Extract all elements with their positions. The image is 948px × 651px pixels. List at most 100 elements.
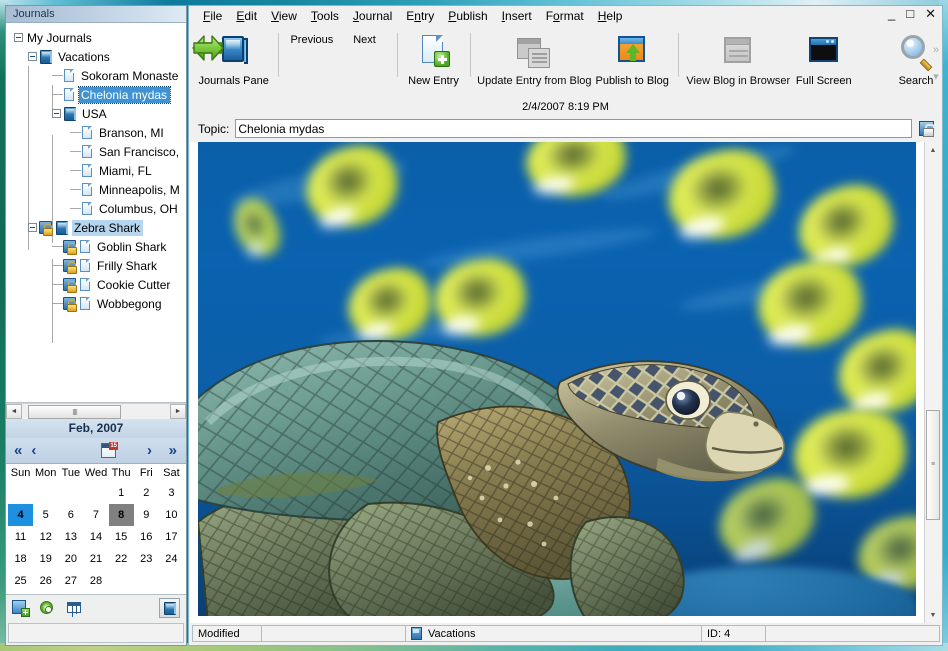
calendar-day-11[interactable]: 11 — [8, 526, 33, 548]
scroll-down-button[interactable]: ▼ — [925, 607, 941, 623]
prev-month-button[interactable]: ‹ — [31, 443, 36, 458]
journals-tree[interactable]: My Journals Vacations Sokoram Monaste Chelo… — [6, 23, 186, 403]
calendar-grid[interactable]: Sun Mon Tue Wed Thu Fri Sat 1 2 3 4 5 6 7 8 9 10 11 12 13 1… — [6, 464, 186, 595]
calendar-day-7[interactable]: 7 — [83, 504, 108, 526]
scroll-left-button[interactable]: ◄ — [6, 404, 22, 419]
today-calendar-icon[interactable]: 15 — [101, 442, 118, 459]
chevron-down-icon[interactable]: ▾ — [933, 70, 939, 83]
page-icon — [63, 68, 76, 83]
tree-item-miami-fl[interactable]: Miami, FL — [70, 161, 155, 180]
calendar-day-5[interactable]: 5 — [33, 504, 58, 526]
scroll-thumb[interactable]: ‖‖ — [28, 405, 121, 419]
calendar-day-17[interactable]: 17 — [159, 526, 184, 548]
minimize-button[interactable]: _ — [888, 7, 895, 20]
tree-item-label: Wobbegong — [97, 296, 162, 311]
calendar-day-13[interactable]: 13 — [58, 526, 83, 548]
calendar-day-8[interactable]: 8 — [108, 504, 134, 526]
menu-tools[interactable]: Tools — [304, 7, 346, 25]
chevron-double-right-icon[interactable]: » — [933, 44, 939, 56]
calendar-day-1[interactable]: 1 — [109, 482, 134, 504]
calendar-day-20[interactable]: 20 — [58, 548, 83, 570]
tree-item-chelonia-mydas[interactable]: Chelonia mydas — [52, 85, 172, 104]
toolbar-button-next[interactable]: Next — [193, 29, 391, 61]
topic-input[interactable] — [235, 119, 912, 138]
calendar-day-18[interactable]: 18 — [8, 548, 33, 570]
toolbar-button-previous[interactable]: Previous — [192, 29, 338, 61]
calendar-day-19[interactable]: 19 — [33, 548, 58, 570]
calendar-day-21[interactable]: 21 — [83, 548, 108, 570]
status-blank-2 — [765, 625, 940, 642]
journals-pane-toggle-icon[interactable] — [159, 598, 180, 618]
toolbar-button-update-entry-from-blog[interactable]: Update Entry from Blog — [477, 29, 593, 88]
calendar-day-25[interactable]: 25 — [8, 570, 33, 592]
tree-item-frilly-shark[interactable]: Frilly Shark — [52, 256, 160, 275]
toolbar-button-publish-to-blog[interactable]: Publish to Blog — [592, 29, 672, 88]
menu-help[interactable]: Help — [591, 7, 630, 25]
content-vertical-scrollbar[interactable]: ▲ ≡ ▼ — [924, 142, 941, 623]
calendar-days[interactable]: 1 2 3 4 5 6 7 8 9 10 11 12 13 14 15 16 17 18 19 20 21 22 23 24 2… — [8, 482, 184, 592]
calendar-day-27[interactable]: 27 — [58, 570, 83, 592]
calendar-day-16[interactable]: 16 — [134, 526, 159, 548]
calendar-day-24[interactable]: 24 — [159, 548, 184, 570]
new-journal-icon[interactable] — [12, 600, 30, 617]
menu-view[interactable]: View — [264, 7, 304, 25]
tree-item-cookie-cutter[interactable]: Cookie Cutter — [52, 275, 173, 294]
next-month-button[interactable]: › — [147, 443, 152, 458]
tree-expander-icon[interactable] — [14, 33, 23, 42]
calendar-day-14[interactable]: 14 — [83, 526, 108, 548]
tree-item-vacations[interactable]: Vacations — [28, 47, 113, 66]
tree-connector — [70, 170, 81, 171]
calendar-toolbar — [6, 595, 186, 621]
tree-item-minneapolis-m[interactable]: Minneapolis, M — [70, 180, 183, 199]
calendar-day-2[interactable]: 2 — [134, 482, 159, 504]
calendar-day-3[interactable]: 3 — [159, 482, 184, 504]
tree-item-branson-mi[interactable]: Branson, MI — [70, 123, 167, 142]
calendar-day-12[interactable]: 12 — [33, 526, 58, 548]
menu-file[interactable]: File — [196, 7, 229, 25]
toolbar-overflow[interactable]: » ▾ — [933, 44, 939, 83]
tree-expander-icon[interactable] — [28, 223, 37, 232]
tree-item-san-francisco[interactable]: San Francisco, — [70, 142, 182, 161]
tree-item-usa[interactable]: USA — [52, 104, 110, 123]
tree-item-wobbegong[interactable]: Wobbegong — [52, 294, 165, 313]
entry-body[interactable] — [190, 142, 924, 623]
prev-year-button[interactable]: « — [14, 443, 22, 458]
menu-format[interactable]: Format — [539, 7, 591, 25]
calendar-day-22[interactable]: 22 — [109, 548, 134, 570]
calendar-day-28[interactable]: 28 — [83, 570, 108, 592]
tree-item-sokoram-monaste[interactable]: Sokoram Monaste — [52, 66, 181, 85]
menu-journal[interactable]: Journal — [346, 7, 399, 25]
next-year-button[interactable]: » — [169, 443, 177, 458]
calendar-day-10[interactable]: 10 — [159, 504, 184, 526]
scroll-up-button[interactable]: ▲ — [925, 142, 941, 158]
menu-edit[interactable]: Edit — [229, 7, 264, 25]
tree-item-columbus-oh[interactable]: Columbus, OH — [70, 199, 181, 218]
scroll-right-button[interactable]: ► — [170, 404, 186, 419]
calendar-day-23[interactable]: 23 — [134, 548, 159, 570]
calendar-day-15[interactable]: 15 — [109, 526, 134, 548]
tree-horizontal-scrollbar[interactable]: ◄ ‖‖ ► — [6, 403, 186, 419]
toolbar-button-new-entry[interactable]: New Entry — [403, 29, 463, 88]
toolbar-button-full-screen[interactable]: Full Screen — [791, 29, 856, 88]
calendar-day-4[interactable]: 4 — [8, 504, 34, 526]
maximize-button[interactable]: □ — [906, 7, 914, 20]
tree-item-zebra-shark[interactable]: Zebra Shark — [28, 218, 144, 237]
menu-insert[interactable]: Insert — [495, 7, 539, 25]
calendar-day-9[interactable]: 9 — [134, 504, 159, 526]
settings-gear-icon[interactable] — [39, 600, 56, 616]
vertical-scroll-thumb[interactable]: ≡ — [926, 410, 940, 520]
menu-publish[interactable]: Publish — [441, 7, 494, 25]
calendar-day-6[interactable]: 6 — [58, 504, 83, 526]
tree-item-my-journals[interactable]: My Journals — [14, 28, 95, 47]
tree-item-goblin-shark[interactable]: Goblin Shark — [52, 237, 169, 256]
entry-lock-icon[interactable] — [918, 120, 936, 138]
menu-entry[interactable]: Entry — [399, 7, 441, 25]
toolbar-separator — [469, 33, 471, 77]
toolbar-button-view-blog-in-browser[interactable]: View Blog in Browser — [685, 29, 791, 88]
tree-expander-icon[interactable] — [52, 109, 61, 118]
tree-expander-icon[interactable] — [28, 52, 37, 61]
grid-view-icon[interactable] — [66, 600, 83, 616]
weekday-sun: Sun — [10, 467, 31, 479]
close-button[interactable]: ✕ — [925, 7, 936, 20]
calendar-day-26[interactable]: 26 — [33, 570, 58, 592]
